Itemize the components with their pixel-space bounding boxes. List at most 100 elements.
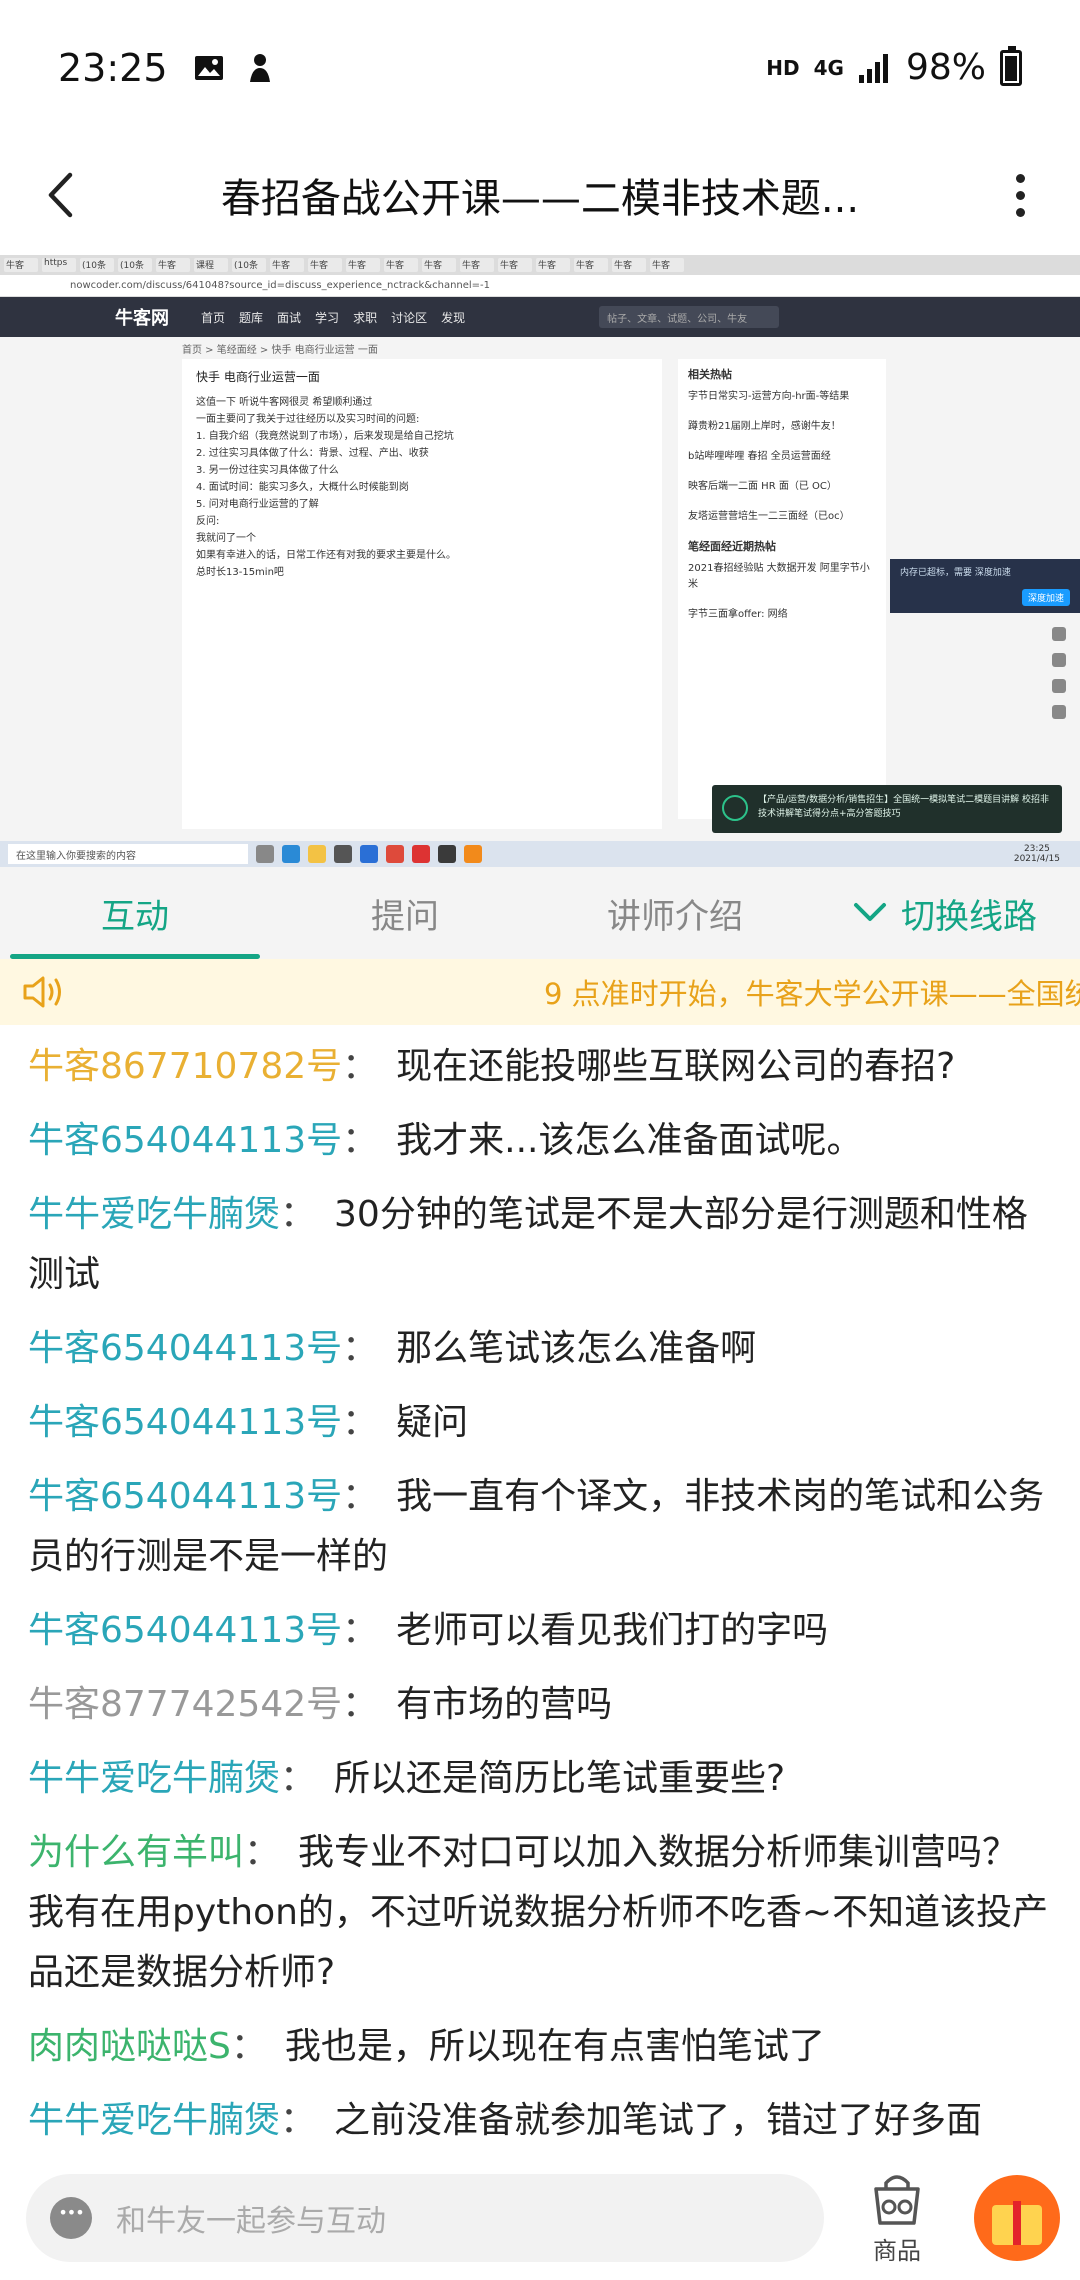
chat-text: 有市场的营吗: [396, 1684, 613, 1725]
chat-separator: ：: [342, 1610, 379, 1651]
article-card: 快手 电商行业运营一面 这值一下 听说牛客网很灵 希望顺利通过 一面主要问了我关…: [182, 359, 662, 829]
tab-questions[interactable]: 提问: [270, 867, 540, 959]
chat-bubble-icon: [50, 2196, 92, 2239]
tab-bar: 互动 提问 讲师介绍 切换线路: [0, 867, 1080, 959]
comment-input-placeholder: 和牛友一起参与互动: [116, 2203, 386, 2239]
app-notification-icon: [249, 53, 270, 82]
chat-separator: ：: [230, 2026, 267, 2067]
chat-username[interactable]: 为什么有羊叫: [28, 1832, 244, 1873]
wps-icon: [412, 845, 430, 863]
article-line: 2. 过往实习具体做了什么：背景、过程、产出、收获: [196, 448, 429, 459]
status-time: 23:25: [58, 45, 168, 90]
site-nav-item: 首页: [201, 310, 226, 325]
chat-separator: ：: [342, 1684, 379, 1725]
signal-icon: [858, 53, 888, 83]
back-button[interactable]: [0, 135, 120, 255]
chat-username[interactable]: 牛牛爱吃牛腩煲: [28, 1194, 280, 1235]
announcement-text: 9 点准时开始，牛客大学公开课——全国统一模拟笔试: [544, 977, 1080, 1011]
article-line: 这值一下 听说牛客网很灵 希望顺利通过: [196, 397, 373, 408]
chat-separator: ：: [342, 1120, 379, 1161]
chat-text: 我才来...该怎么准备面试呢。: [396, 1120, 863, 1161]
article-line: 4. 面试时间：能实习多久，大概什么时候能到岗: [196, 482, 409, 493]
chat-separator: ：: [342, 1476, 379, 1517]
more-dot-icon: [1015, 173, 1025, 183]
article-line: 一面主要问了我关于过往经历以及实习时间的问题:: [196, 414, 420, 425]
goods-button[interactable]: 商品: [832, 2169, 962, 2266]
chat-username[interactable]: 牛客654044113号: [28, 1120, 342, 1161]
chat-username[interactable]: 牛客867710782号: [28, 1046, 342, 1087]
site-nav-bar: 牛客网 首页 题库 面试 学习 求职 讨论区 发现 帖子、文章、试题、公司、牛友: [0, 297, 1080, 337]
store-icon: [334, 845, 352, 863]
related-posts-title: 相关热帖: [688, 368, 732, 381]
windows-taskbar: 在这里输入你要搜索的内容 23:25 2021/4/15: [0, 841, 1080, 867]
site-nav-item: 面试: [277, 310, 302, 325]
tab-interaction[interactable]: 互动: [0, 867, 270, 959]
chat-message: 牛客654044113号： 我一直有个译文，非技术岗的笔试和公务员的行测是不是一样…: [28, 1467, 1052, 1587]
related-post: 映客后端一二面 HR 面（已 OC）: [688, 481, 837, 492]
switch-line-button[interactable]: 切换线路: [810, 867, 1080, 959]
chat-username[interactable]: 牛客654044113号: [28, 1402, 342, 1443]
chat-message: 肉肉哒哒哒S： 我也是，所以现在有点害怕笔试了: [28, 2017, 1052, 2077]
tab-lecturer[interactable]: 讲师介绍: [540, 867, 810, 959]
chat-username[interactable]: 牛客654044113号: [28, 1328, 342, 1369]
article-line: 反问:: [196, 516, 220, 527]
related-posts-panel: 相关热帖 字节日常实习-运营方向-hr面-等结果 蹲贵粉21届刚上岸时，感谢牛友…: [678, 359, 886, 819]
announcement-bar: 9 点准时开始，牛客大学公开课——全国统一模拟笔试: [0, 959, 1080, 1025]
speedup-button: 深度加速: [1021, 589, 1070, 606]
chat-message: 牛牛爱吃牛腩煲： 之前没准备就参加笔试了，错过了好多面: [28, 2091, 1052, 2151]
chat-message: 牛客654044113号： 那么笔试该怎么准备啊: [28, 1319, 1052, 1379]
browser-address-bar: nowcoder.com/discuss/641048?source_id=di…: [0, 275, 1080, 297]
chat-list[interactable]: 牛客867710782号： 现在还能投哪些互联网公司的春招? 牛客65404411…: [0, 1025, 1080, 2155]
chat-message: 牛客654044113号： 老师可以看见我们打的字吗: [28, 1601, 1052, 1661]
gift-icon[interactable]: [974, 2174, 1060, 2261]
chrome-icon: [386, 845, 404, 863]
chat-separator: ：: [342, 1328, 379, 1369]
battery-icon: [1000, 45, 1022, 86]
comment-input[interactable]: 和牛友一起参与互动: [26, 2173, 824, 2262]
chat-username[interactable]: 牛牛爱吃牛腩煲: [28, 1758, 280, 1799]
more-options-button[interactable]: [960, 135, 1080, 255]
chat-username[interactable]: 牛客877742542号: [28, 1684, 342, 1725]
chat-separator: ：: [342, 1046, 379, 1087]
recent-post: 2021春招经验贴 大数据开发 阿里字节小米: [688, 563, 870, 590]
live-video-player[interactable]: 牛客 https (10条 (10条 牛客 课程 (10条 牛客 牛客 牛客 牛客 牛客 牛客 牛客 牛客牛…: [0, 255, 1080, 867]
shared-webpage: 首页 > 笔经面经 > 快手 电商行业运营 一面 快手 电商行业运营一面 这值一…: [0, 337, 1080, 847]
chat-text: 疑问: [396, 1402, 469, 1443]
chat-icon: [1052, 653, 1066, 667]
recent-post: 字节三面拿offer: 网络: [688, 609, 788, 620]
site-nav-item: 题库: [239, 310, 264, 325]
chat-username[interactable]: 牛牛爱吃牛腩煲: [28, 2100, 280, 2141]
article-line: 我就问了一个: [196, 533, 256, 544]
site-nav-item: 学习: [315, 310, 340, 325]
taskbar-clock: 23:25 2021/4/15: [1013, 844, 1060, 864]
chat-text: 老师可以看见我们打的字吗: [396, 1610, 829, 1651]
goods-label: 商品: [873, 2237, 921, 2265]
site-logo: 牛客网: [115, 308, 169, 329]
chat-message: 牛客877742542号： 有市场的营吗: [28, 1675, 1052, 1735]
app-header: 春招备战公开课——二模非技术题...: [0, 135, 1080, 255]
chat-text: 之前没准备就参加笔试了，错过了好多面: [334, 2100, 983, 2141]
related-post: 蹲贵粉21届刚上岸时，感谢牛友！: [688, 421, 841, 432]
chat-message: 牛客654044113号： 疑问: [28, 1393, 1052, 1453]
chat-username[interactable]: 肉肉哒哒哒S: [28, 2026, 231, 2067]
memory-warning-text: 内存已超标，需要 深度加速: [900, 568, 1011, 578]
chat-username[interactable]: 牛客654044113号: [28, 1610, 342, 1651]
site-nav-item: 发现: [441, 310, 466, 325]
battery-percent: 98%: [905, 47, 986, 88]
chevron-down-icon: [854, 903, 886, 921]
chat-text: 现在还能投哪些互联网公司的春招?: [396, 1046, 956, 1087]
phone-icon: [1052, 705, 1066, 719]
chat-text: 所以还是简历比笔试重要些?: [334, 1758, 786, 1799]
chat-message: 牛牛爱吃牛腩煲： 30分钟的笔试是不是大部分是行测题和性格测试: [28, 1185, 1052, 1305]
taskview-icon: [256, 845, 274, 863]
chat-separator: ：: [280, 1758, 317, 1799]
related-post: 友塔运营营培生一二三面经（已oc）: [688, 511, 850, 522]
side-toolbar: [1052, 627, 1066, 719]
chat-username[interactable]: 牛客654044113号: [28, 1476, 342, 1517]
article-line: 3. 另一份过往实习具体做了什么: [196, 465, 339, 476]
page-title: 春招备战公开课——二模非技术题...: [220, 176, 860, 222]
chat-separator: ：: [280, 1194, 317, 1235]
browser-tab-strip: 牛客 https (10条 (10条 牛客 课程 (10条 牛客 牛客 牛客 牛客 牛客 牛客 牛客 牛客牛…: [0, 255, 1080, 275]
chat-separator: ：: [280, 2100, 317, 2141]
article-line: 5. 问对电商行业运营的了解: [196, 499, 319, 510]
